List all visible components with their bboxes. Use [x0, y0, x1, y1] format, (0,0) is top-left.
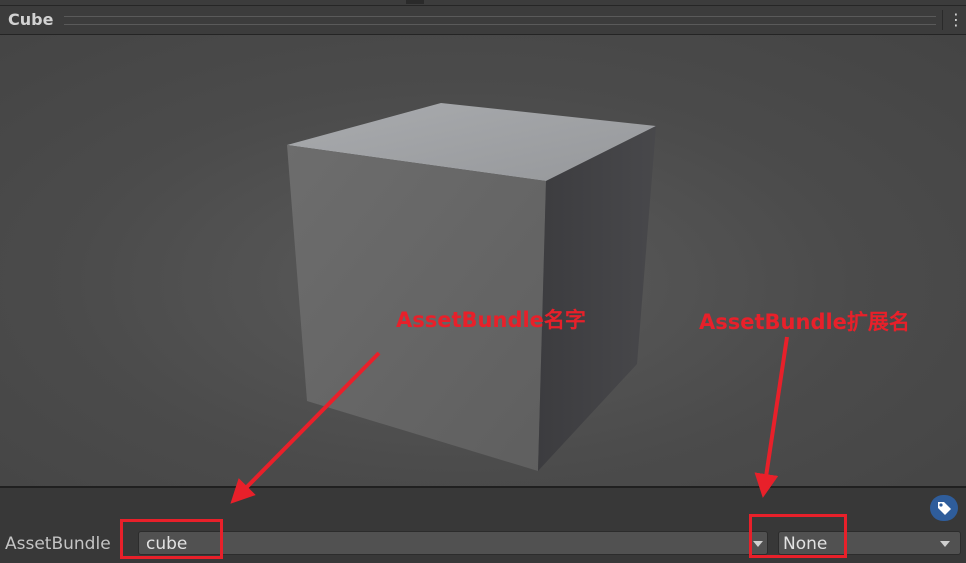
- annotation-box-name: [120, 519, 223, 559]
- preview-title: Cube: [8, 10, 54, 29]
- asset-bundle-name-dropdown[interactable]: cube: [138, 531, 768, 555]
- tag-icon[interactable]: [930, 495, 958, 521]
- preview-header: Cube ⋮: [0, 6, 966, 35]
- annotation-label-name: AssetBundle名字: [396, 308, 586, 332]
- annotation-box-ext: [749, 514, 847, 558]
- cube-preview-svg: [287, 103, 656, 471]
- chevron-down-icon: [940, 541, 950, 547]
- preview-area[interactable]: [0, 35, 966, 486]
- scrollbar-fragment[interactable]: [406, 0, 424, 4]
- drag-handle[interactable]: [64, 16, 936, 25]
- header-divider: [942, 10, 943, 30]
- asset-bundle-label: AssetBundle: [5, 534, 111, 554]
- kebab-menu-icon[interactable]: ⋮: [948, 12, 964, 30]
- annotation-label-ext: AssetBundle扩展名: [699, 310, 910, 334]
- cube-side-face: [538, 126, 656, 471]
